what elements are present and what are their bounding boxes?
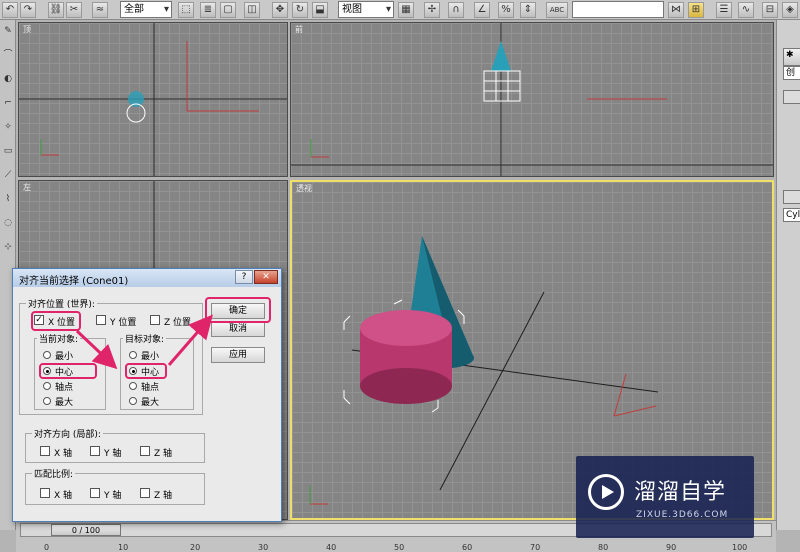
tick-label: 70 [530, 543, 541, 552]
tool-icon-2[interactable]: ⌒ [2, 50, 14, 60]
viewport-top[interactable]: 顶 [18, 22, 288, 177]
percent-snap-icon[interactable]: % [498, 2, 514, 18]
watermark: 溜溜自学 ZIXUE.3D66.COM [576, 456, 754, 538]
time-slider-thumb[interactable]: 0 / 100 [51, 524, 121, 536]
viewport-top-label: 顶 [23, 25, 31, 34]
window-crossing-icon[interactable]: ◫ [244, 2, 260, 18]
tick-label: 80 [598, 543, 609, 552]
tool-icon-6[interactable]: ▭ [2, 146, 14, 156]
tool-icon-1[interactable]: ✎ [2, 26, 14, 36]
reference-coord-dropdown[interactable]: 视图 [338, 1, 394, 18]
tool-icon-7[interactable]: ⟋ [2, 170, 14, 180]
tool-icon-5[interactable]: ✧ [2, 122, 14, 132]
selection-filter-value: 全部 [124, 4, 144, 15]
redo-icon[interactable]: ↷ [20, 2, 36, 18]
arrow-to-ok [167, 314, 213, 366]
command-panel-field-text: 创 [786, 68, 796, 78]
curve-editor-icon[interactable]: ∿ [738, 2, 754, 18]
viewport-front[interactable]: 前 [290, 22, 774, 177]
layer-manager-icon[interactable]: ☰ [716, 2, 732, 18]
object-name-field[interactable]: Cyl [783, 208, 800, 222]
named-selection-input[interactable] [572, 1, 664, 18]
select-object-icon[interactable]: ⬚ [178, 2, 194, 18]
select-by-name-icon[interactable]: ≣ [200, 2, 216, 18]
command-panel-field[interactable]: 创 [783, 66, 800, 80]
spinner-snap-icon[interactable]: ⇕ [520, 2, 536, 18]
scale-icon[interactable]: ⬓ [312, 2, 328, 18]
watermark-url: ZIXUE.3D66.COM [636, 510, 729, 520]
align-icon[interactable]: ⊞ [688, 2, 704, 18]
panel-rollout[interactable] [783, 190, 800, 204]
tool-icon-4[interactable]: ⌐ [2, 98, 14, 108]
main-toolbar: ↶ ↷ ⛓ ✂ ≈ 全部 ⬚ ≣ ▢ ◫ ✥ ↻ ⬓ 视图 ▦ ✢ ∩ ∠ % … [0, 0, 800, 20]
rectangle-selection-icon[interactable]: ▢ [220, 2, 236, 18]
tool-icon-9[interactable]: ◌ [2, 218, 14, 228]
viewport-perspective-label: 透视 [296, 184, 312, 193]
unlink-icon[interactable]: ✂ [66, 2, 82, 18]
abc-label: ABC [549, 6, 565, 14]
arrow-to-target [75, 329, 118, 370]
watermark-title: 溜溜自学 [634, 480, 727, 505]
time-ruler[interactable]: 0 10 20 30 40 50 60 70 80 90 100 [20, 539, 772, 552]
mirror-icon[interactable]: ⋈ [668, 2, 684, 18]
annotation-arrows [75, 314, 213, 370]
play-logo-icon [588, 474, 624, 510]
spell-check-icon[interactable]: ABC [546, 2, 568, 18]
tick-label: 0 [44, 543, 50, 552]
tool-icon-10[interactable]: ⊹ [2, 242, 14, 252]
select-manipulate-icon[interactable]: ✢ [424, 2, 440, 18]
align-selection-dialog: 对齐当前选择 (Cone01) ? ✕ 对齐位置 (世界): ✓ X 位置 Y … [12, 268, 282, 522]
tick-label: 20 [190, 543, 201, 552]
selection-filter-dropdown[interactable]: 全部 [120, 1, 172, 18]
create-tab[interactable]: ✱ [783, 48, 800, 66]
tool-icon-8[interactable]: ⌇ [2, 194, 14, 204]
rotate-icon[interactable]: ↻ [292, 2, 308, 18]
bind-space-warp-icon[interactable]: ≈ [92, 2, 108, 18]
tick-label: 100 [732, 543, 748, 552]
reference-coord-value: 视图 [342, 4, 362, 15]
schematic-view-icon[interactable]: ⊟ [762, 2, 778, 18]
undo-icon[interactable]: ↶ [2, 2, 18, 18]
tick-label: 90 [666, 543, 677, 552]
viewport-front-scene [291, 23, 773, 176]
select-link-icon[interactable]: ⛓ [48, 2, 64, 18]
frame-display: 0 / 100 [71, 526, 101, 535]
command-panel: ✱ 创 Cyl [776, 20, 800, 530]
viewport-top-scene [19, 23, 287, 176]
tool-icon-3[interactable]: ◐ [2, 74, 14, 84]
snap-toggle-icon[interactable]: ∩ [448, 2, 464, 18]
move-icon[interactable]: ✥ [272, 2, 288, 18]
pivot-center-icon[interactable]: ▦ [398, 2, 414, 18]
material-editor-icon[interactable]: ◈ [782, 2, 798, 18]
panel-divider [783, 90, 800, 104]
angle-snap-icon[interactable]: ∠ [474, 2, 490, 18]
tick-label: 50 [394, 543, 405, 552]
viewport-left-label: 左 [23, 183, 31, 192]
tick-label: 60 [462, 543, 473, 552]
viewport-front-label: 前 [295, 25, 303, 34]
tick-label: 40 [326, 543, 337, 552]
tick-label: 10 [118, 543, 129, 552]
object-name-text: Cyl [786, 210, 800, 220]
tick-label: 30 [258, 543, 269, 552]
